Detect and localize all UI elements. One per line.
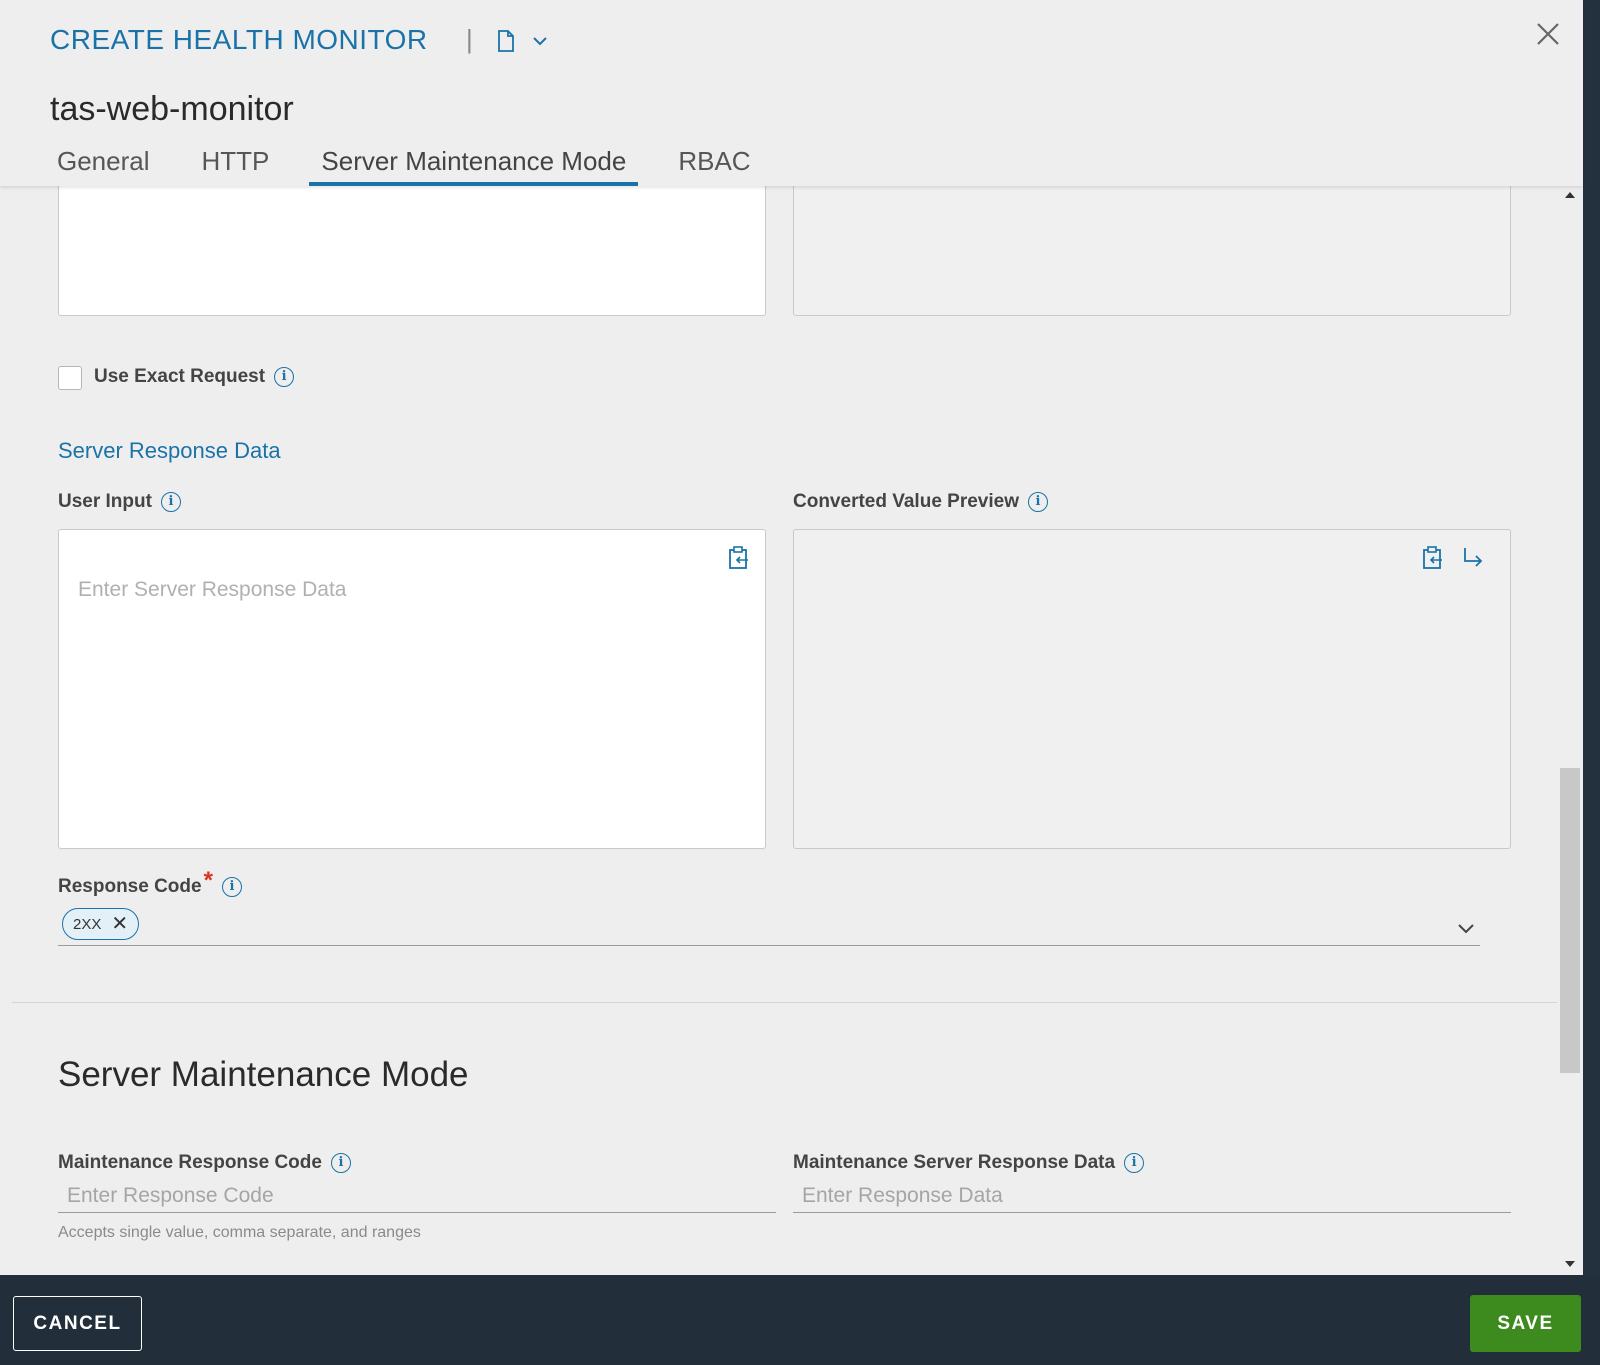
- server-maintenance-mode-title: Server Maintenance Mode: [58, 1055, 469, 1094]
- info-icon[interactable]: i: [221, 877, 242, 897]
- response-code-label-text: Response Code: [58, 876, 202, 897]
- required-asterisk: *: [203, 867, 213, 894]
- maintenance-response-data-label: Maintenance Server Response Data i: [793, 1152, 1145, 1174]
- maintenance-response-code-text: Maintenance Response Code: [58, 1152, 322, 1173]
- modal-title: CREATE HEALTH MONITOR: [50, 24, 428, 55]
- vertical-scrollbar[interactable]: [1557, 186, 1583, 1275]
- modal-header: CREATE HEALTH MONITOR | tas-web-monitor …: [0, 0, 1583, 186]
- section-divider: [12, 1002, 1557, 1003]
- scrollbar-thumb[interactable]: [1560, 768, 1580, 1073]
- scroll-down-arrow-icon[interactable]: [1565, 1261, 1575, 1267]
- maintenance-response-code-input[interactable]: [58, 1179, 776, 1213]
- background-right-strip: [1583, 0, 1600, 1275]
- request-user-input-textarea[interactable]: [58, 186, 766, 316]
- save-button[interactable]: SAVE: [1470, 1295, 1581, 1352]
- info-icon[interactable]: i: [160, 492, 181, 512]
- tab-general[interactable]: General: [45, 142, 162, 186]
- info-icon[interactable]: i: [330, 1153, 351, 1173]
- apply-arrow-icon[interactable]: [1462, 546, 1484, 568]
- response-code-select[interactable]: [58, 945, 1480, 946]
- maintenance-response-data-input[interactable]: [793, 1179, 1511, 1213]
- copy-icon[interactable]: [1422, 546, 1444, 570]
- response-code-chip: 2XX ✕: [62, 908, 140, 940]
- user-input-label: User Input i: [58, 491, 181, 513]
- title-separator: |: [466, 24, 473, 54]
- close-icon[interactable]: [1534, 20, 1562, 48]
- use-exact-request-checkbox[interactable]: [58, 366, 82, 390]
- response-code-label: Response Code * i: [58, 867, 242, 898]
- use-exact-request-text: Use Exact Request: [94, 366, 266, 387]
- request-converted-preview-box: [793, 186, 1511, 316]
- monitor-name: tas-web-monitor: [50, 90, 294, 128]
- modal-footer: CANCEL SAVE: [0, 1275, 1600, 1365]
- create-health-monitor-modal: CREATE HEALTH MONITOR | tas-web-monitor …: [0, 0, 1583, 1275]
- info-icon[interactable]: i: [274, 367, 295, 387]
- tab-bar: General HTTP Server Maintenance Mode RBA…: [45, 142, 791, 186]
- maintenance-response-data-text: Maintenance Server Response Data: [793, 1152, 1116, 1173]
- chip-remove-icon[interactable]: ✕: [111, 914, 128, 934]
- document-icon[interactable]: [497, 30, 515, 52]
- info-icon[interactable]: i: [1028, 492, 1048, 512]
- maintenance-response-code-label: Maintenance Response Code i: [58, 1152, 351, 1174]
- server-response-data-heading: Server Response Data: [58, 438, 281, 463]
- tab-http[interactable]: HTTP: [190, 142, 282, 186]
- server-response-user-input[interactable]: Enter Server Response Data: [58, 529, 766, 849]
- user-input-label-text: User Input: [58, 491, 152, 512]
- use-exact-request-label: Use Exact Request i: [94, 366, 295, 388]
- chevron-down-icon[interactable]: [532, 34, 548, 48]
- converted-value-preview-label: Converted Value Preview i: [793, 491, 1048, 513]
- cancel-button[interactable]: CANCEL: [13, 1296, 142, 1351]
- paste-icon[interactable]: [728, 546, 750, 570]
- modal-scroll-content: Use Exact Request i Server Response Data…: [12, 186, 1557, 1275]
- converted-value-preview-box: [793, 529, 1511, 849]
- converted-value-preview-text: Converted Value Preview: [793, 491, 1019, 512]
- tab-rbac[interactable]: RBAC: [666, 142, 762, 186]
- chip-label: 2XX: [73, 915, 102, 933]
- chevron-down-icon[interactable]: [1457, 921, 1475, 935]
- user-input-placeholder: Enter Server Response Data: [78, 578, 347, 601]
- tab-server-maintenance-mode[interactable]: Server Maintenance Mode: [309, 142, 639, 186]
- info-icon[interactable]: i: [1124, 1153, 1145, 1173]
- maintenance-response-code-helper: Accepts single value, comma separate, an…: [58, 1224, 421, 1241]
- scroll-up-arrow-icon[interactable]: [1565, 192, 1575, 198]
